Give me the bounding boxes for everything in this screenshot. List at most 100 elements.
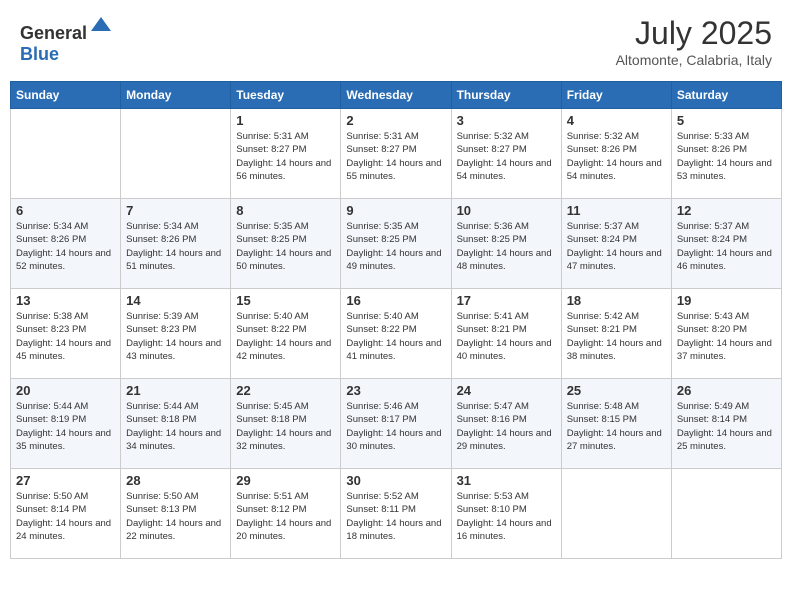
day-info: Sunrise: 5:34 AMSunset: 8:26 PMDaylight:… [126, 220, 225, 273]
day-number: 18 [567, 293, 666, 308]
calendar-cell: 13 Sunrise: 5:38 AMSunset: 8:23 PMDayligh… [11, 289, 121, 379]
day-number: 12 [677, 203, 776, 218]
day-number: 21 [126, 383, 225, 398]
logo-text: General Blue [20, 15, 113, 65]
day-info: Sunrise: 5:40 AMSunset: 8:22 PMDaylight:… [346, 310, 445, 363]
calendar-cell: 3Sunrise: 5:32 AMSunset: 8:27 PMDaylight… [451, 109, 561, 199]
calendar-cell: 2 Sunrise: 5:31 AMSunset: 8:27 PMDaylight… [341, 109, 451, 199]
day-info: Sunrise: 5:39 AMSunset: 8:23 PMDaylight:… [126, 310, 225, 363]
calendar-cell: 11 Sunrise: 5:37 AMSunset: 8:24 PMDayligh… [561, 199, 671, 289]
calendar-cell: 22 Sunrise: 5:45 AMSunset: 8:18 PMDayligh… [231, 379, 341, 469]
day-info: Sunrise: 5:50 AMSunset: 8:13 PMDaylight:… [126, 490, 225, 543]
day-number: 30 [346, 473, 445, 488]
day-number: 29 [236, 473, 335, 488]
day-info: Sunrise: 5:37 AMSunset: 8:24 PMDaylight:… [677, 220, 776, 273]
day-number: 16 [346, 293, 445, 308]
calendar-cell: 24 Sunrise: 5:47 AMSunset: 8:16 PMDayligh… [451, 379, 561, 469]
day-info: Sunrise: 5:37 AMSunset: 8:24 PMDaylight:… [567, 220, 666, 273]
calendar-cell: 21Sunrise: 5:44 AMSunset: 8:18 PMDayligh… [121, 379, 231, 469]
calendar-cell: 16 Sunrise: 5:40 AMSunset: 8:22 PMDayligh… [341, 289, 451, 379]
calendar-cell [561, 469, 671, 559]
day-number: 3 [457, 113, 556, 128]
day-number: 31 [457, 473, 556, 488]
calendar-week-2: 6 Sunrise: 5:34 AMSunset: 8:26 PMDaylight… [11, 199, 782, 289]
calendar-table: Sunday Monday Tuesday Wednesday Thursday… [10, 81, 782, 559]
calendar-cell: 6 Sunrise: 5:34 AMSunset: 8:26 PMDaylight… [11, 199, 121, 289]
page-header: General Blue July 2025 Altomonte, Calabr… [10, 10, 782, 73]
day-number: 7 [126, 203, 225, 218]
day-number: 1 [236, 113, 335, 128]
day-number: 14 [126, 293, 225, 308]
calendar-cell: 17 Sunrise: 5:41 AMSunset: 8:21 PMDayligh… [451, 289, 561, 379]
calendar-cell: 10 Sunrise: 5:36 AMSunset: 8:25 PMDayligh… [451, 199, 561, 289]
day-info: Sunrise: 5:38 AMSunset: 8:23 PMDaylight:… [16, 310, 115, 363]
col-tuesday: Tuesday [231, 82, 341, 109]
day-info: Sunrise: 5:31 AMSunset: 8:27 PMDaylight:… [236, 130, 335, 183]
calendar-week-4: 20Sunrise: 5:44 AMSunset: 8:19 PMDayligh… [11, 379, 782, 469]
day-number: 10 [457, 203, 556, 218]
day-info: Sunrise: 5:35 AMSunset: 8:25 PMDaylight:… [346, 220, 445, 273]
day-number: 22 [236, 383, 335, 398]
day-number: 15 [236, 293, 335, 308]
day-info: Sunrise: 5:35 AMSunset: 8:25 PMDaylight:… [236, 220, 335, 273]
day-number: 19 [677, 293, 776, 308]
calendar-cell: 1 Sunrise: 5:31 AMSunset: 8:27 PMDaylight… [231, 109, 341, 199]
day-info: Sunrise: 5:51 AMSunset: 8:12 PMDaylight:… [236, 490, 335, 543]
day-info: Sunrise: 5:36 AMSunset: 8:25 PMDaylight:… [457, 220, 556, 273]
day-info: Sunrise: 5:41 AMSunset: 8:21 PMDaylight:… [457, 310, 556, 363]
calendar-cell [121, 109, 231, 199]
calendar-week-1: 1 Sunrise: 5:31 AMSunset: 8:27 PMDaylight… [11, 109, 782, 199]
day-info: Sunrise: 5:48 AMSunset: 8:15 PMDaylight:… [567, 400, 666, 453]
day-number: 28 [126, 473, 225, 488]
calendar-cell: 29 Sunrise: 5:51 AMSunset: 8:12 PMDayligh… [231, 469, 341, 559]
calendar-cell: 23Sunrise: 5:46 AMSunset: 8:17 PMDayligh… [341, 379, 451, 469]
col-saturday: Saturday [671, 82, 781, 109]
day-number: 20 [16, 383, 115, 398]
calendar-cell [671, 469, 781, 559]
day-info: Sunrise: 5:40 AMSunset: 8:22 PMDaylight:… [236, 310, 335, 363]
col-wednesday: Wednesday [341, 82, 451, 109]
calendar-cell: 12 Sunrise: 5:37 AMSunset: 8:24 PMDayligh… [671, 199, 781, 289]
calendar-cell: 27 Sunrise: 5:50 AMSunset: 8:14 PMDayligh… [11, 469, 121, 559]
calendar-week-5: 27 Sunrise: 5:50 AMSunset: 8:14 PMDayligh… [11, 469, 782, 559]
day-number: 24 [457, 383, 556, 398]
calendar-cell: 19 Sunrise: 5:43 AMSunset: 8:20 PMDayligh… [671, 289, 781, 379]
calendar-cell: 26Sunrise: 5:49 AMSunset: 8:14 PMDayligh… [671, 379, 781, 469]
day-info: Sunrise: 5:43 AMSunset: 8:20 PMDaylight:… [677, 310, 776, 363]
day-info: Sunrise: 5:47 AMSunset: 8:16 PMDaylight:… [457, 400, 556, 453]
day-number: 11 [567, 203, 666, 218]
day-info: Sunrise: 5:45 AMSunset: 8:18 PMDaylight:… [236, 400, 335, 453]
day-info: Sunrise: 5:50 AMSunset: 8:14 PMDaylight:… [16, 490, 115, 543]
calendar-cell: 14 Sunrise: 5:39 AMSunset: 8:23 PMDayligh… [121, 289, 231, 379]
day-number: 8 [236, 203, 335, 218]
day-info: Sunrise: 5:31 AMSunset: 8:27 PMDaylight:… [346, 130, 445, 183]
col-friday: Friday [561, 82, 671, 109]
day-number: 9 [346, 203, 445, 218]
day-info: Sunrise: 5:33 AMSunset: 8:26 PMDaylight:… [677, 130, 776, 183]
header-row: Sunday Monday Tuesday Wednesday Thursday… [11, 82, 782, 109]
day-info: Sunrise: 5:49 AMSunset: 8:14 PMDaylight:… [677, 400, 776, 453]
day-number: 4 [567, 113, 666, 128]
location-subtitle: Altomonte, Calabria, Italy [616, 52, 772, 68]
day-info: Sunrise: 5:52 AMSunset: 8:11 PMDaylight:… [346, 490, 445, 543]
day-number: 25 [567, 383, 666, 398]
day-info: Sunrise: 5:42 AMSunset: 8:21 PMDaylight:… [567, 310, 666, 363]
day-number: 13 [16, 293, 115, 308]
calendar-cell: 28 Sunrise: 5:50 AMSunset: 8:13 PMDayligh… [121, 469, 231, 559]
calendar-cell: 9 Sunrise: 5:35 AMSunset: 8:25 PMDaylight… [341, 199, 451, 289]
day-number: 17 [457, 293, 556, 308]
day-info: Sunrise: 5:53 AMSunset: 8:10 PMDaylight:… [457, 490, 556, 543]
logo-icon [89, 13, 113, 37]
logo: General Blue [20, 15, 113, 65]
calendar-cell: 25 Sunrise: 5:48 AMSunset: 8:15 PMDayligh… [561, 379, 671, 469]
col-monday: Monday [121, 82, 231, 109]
day-info: Sunrise: 5:34 AMSunset: 8:26 PMDaylight:… [16, 220, 115, 273]
day-number: 2 [346, 113, 445, 128]
logo-general: General [20, 23, 87, 43]
day-number: 6 [16, 203, 115, 218]
day-number: 27 [16, 473, 115, 488]
calendar-week-3: 13 Sunrise: 5:38 AMSunset: 8:23 PMDayligh… [11, 289, 782, 379]
calendar-cell [11, 109, 121, 199]
day-info: Sunrise: 5:46 AMSunset: 8:17 PMDaylight:… [346, 400, 445, 453]
calendar-cell: 15 Sunrise: 5:40 AMSunset: 8:22 PMDayligh… [231, 289, 341, 379]
